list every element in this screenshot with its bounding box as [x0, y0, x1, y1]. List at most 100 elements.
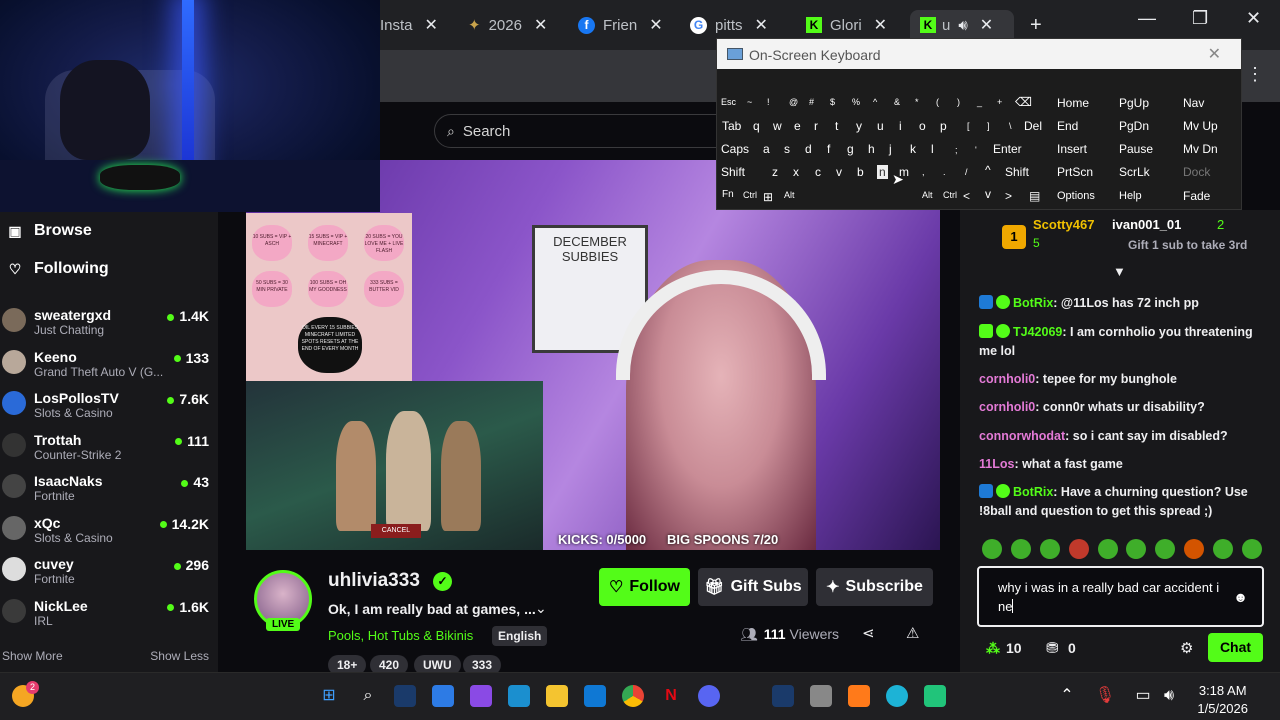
osk-key[interactable]: PgDn [1119, 119, 1149, 133]
osk-key[interactable]: Alt [784, 190, 795, 200]
show-more-button[interactable]: Show More [2, 649, 63, 663]
osk-key[interactable]: + [997, 97, 1002, 107]
close-icon[interactable]: ✕ [755, 15, 768, 35]
chat-input[interactable]: why i was in a really bad car accident i… [977, 566, 1264, 627]
osk-key[interactable]: y [856, 119, 862, 133]
sidebar-channel-xqc[interactable]: xQc Slots & Casino 14.2K [0, 510, 218, 552]
osk-key[interactable]: x [793, 165, 799, 179]
tab-kick-1[interactable]: K Glori ✕ [806, 10, 896, 40]
edge-icon[interactable] [886, 685, 908, 707]
mail-icon[interactable] [432, 685, 454, 707]
osk-key[interactable]: z [772, 165, 778, 179]
show-less-button[interactable]: Show Less [150, 649, 209, 663]
osk-key[interactable]: , [922, 167, 925, 177]
osk-key[interactable]: ~ [747, 97, 752, 107]
osk-key[interactable]: Insert [1057, 142, 1087, 156]
video-player[interactable]: DECEMBER SUBBIES 10 SUBS = VIP + ASCH 15… [246, 160, 940, 550]
volume-icon[interactable]: 🔊︎ [1158, 685, 1180, 707]
osk-key[interactable]: ] [987, 121, 990, 131]
osk-options[interactable]: Options [1057, 190, 1095, 202]
chat-username[interactable]: BotRix [1013, 485, 1053, 499]
discord-icon[interactable] [698, 685, 720, 707]
osk-key-backspace[interactable]: ⌫ [1015, 95, 1032, 109]
close-icon[interactable]: ✕ [649, 15, 662, 35]
osk-key[interactable]: Dock [1183, 165, 1210, 179]
emote-icon[interactable] [1155, 539, 1176, 559]
points-icon[interactable]: ⁂ [986, 640, 1000, 657]
menu-dots-icon[interactable]: ⋮ [1246, 64, 1264, 85]
app-icon[interactable] [470, 685, 492, 707]
osk-key[interactable]: c [815, 165, 821, 179]
osk-key[interactable]: Del [1024, 119, 1042, 133]
chat-username[interactable]: BotRix [1013, 296, 1053, 310]
subscribe-button[interactable]: ✦ Subscribe [816, 568, 933, 606]
osk-key[interactable]: ^ [873, 97, 877, 107]
osk-key[interactable]: i [899, 119, 902, 133]
osk-key[interactable]: Nav [1183, 96, 1204, 110]
osk-key[interactable]: Ctrl [743, 190, 757, 200]
leader-user[interactable]: ivan001_01 [1112, 217, 1181, 232]
osk-key[interactable]: s [784, 142, 790, 156]
windows-key-icon[interactable]: ⊞ [763, 190, 773, 204]
emote-icon[interactable] [1039, 539, 1060, 559]
osk-key[interactable]: j [889, 142, 892, 156]
osk-help[interactable]: Help [1119, 190, 1142, 202]
search-icon[interactable]: ⌕ [357, 685, 379, 707]
system-clock[interactable]: 3:18 AM 1/5/2026 [1197, 682, 1248, 718]
close-icon[interactable]: ✕ [874, 15, 887, 35]
app-icon[interactable] [508, 685, 530, 707]
speaker-icon[interactable]: 🔊︎ [958, 17, 967, 34]
store-icon[interactable] [584, 685, 606, 707]
chat-username[interactable]: 11Los [979, 457, 1014, 471]
chat-username[interactable]: cornholi0 [979, 372, 1035, 386]
osk-key[interactable]: Esc [721, 97, 736, 107]
minimize-icon[interactable]: — [1138, 8, 1156, 29]
osk-key[interactable]: ! [767, 97, 770, 107]
osk-key[interactable]: d [805, 142, 812, 156]
osk-key[interactable]: @ [789, 97, 798, 107]
osk-key[interactable]: $ [830, 97, 835, 107]
osk-key-pressed[interactable]: n [877, 165, 888, 179]
osk-key[interactable]: ScrLk [1119, 165, 1150, 179]
osk-key[interactable]: * [915, 97, 919, 107]
osk-key[interactable]: ' [975, 145, 977, 155]
osk-key[interactable]: ) [957, 97, 960, 107]
osk-key-up[interactable]: ^ [985, 163, 991, 177]
microphone-icon[interactable]: 🎙︎ [1094, 685, 1116, 707]
osk-key[interactable]: Mv Up [1183, 119, 1218, 133]
osk-key[interactable]: e [794, 119, 801, 133]
chrome-icon[interactable] [622, 685, 644, 707]
leader-user[interactable]: Scotty467 [1033, 217, 1094, 232]
emote-icon[interactable] [1126, 539, 1147, 559]
chat-username[interactable]: cornholi0 [979, 400, 1035, 414]
osk-key[interactable]: u [877, 119, 884, 133]
stream-category[interactable]: Pools, Hot Tubs & Bikinis [328, 628, 473, 643]
tab-facebook[interactable]: f Frien ✕ [578, 10, 668, 40]
steam-icon[interactable] [394, 685, 416, 707]
sidebar-channel-lospollostv[interactable]: LosPollosTV Slots & Casino 7.6K [0, 385, 218, 427]
osk-key[interactable]: & [894, 97, 900, 107]
osk-key[interactable]: t [835, 119, 838, 133]
emote-icon[interactable] [1213, 539, 1233, 559]
start-icon[interactable]: ⊞ [318, 685, 340, 707]
osk-key[interactable]: _ [977, 97, 982, 107]
network-icon[interactable]: ▭ [1132, 685, 1154, 707]
app-icon[interactable] [924, 685, 946, 707]
search-input[interactable]: ⌕ Search [434, 114, 734, 148]
osk-key[interactable]: End [1057, 119, 1078, 133]
tab-kick-active[interactable]: Ku 🔊︎ ✕ [910, 10, 1014, 40]
chevron-down-icon[interactable]: ⌄ [535, 600, 547, 617]
chat-username[interactable]: TJ42069 [1013, 325, 1062, 339]
app-icon[interactable] [848, 685, 870, 707]
osk-key[interactable]: v [836, 165, 842, 179]
sidebar-channel-sweatergxd[interactable]: sweatergxd Just Chatting 1.4K [0, 302, 218, 344]
osk-key[interactable]: a [763, 142, 770, 156]
osk-key[interactable]: f [827, 142, 830, 156]
osk-key[interactable]: Tab [722, 119, 741, 133]
sidebar-channel-keeno[interactable]: Keeno Grand Theft Auto V (G... 133 [0, 344, 218, 386]
osk-key[interactable]: g [847, 142, 854, 156]
osk-key[interactable]: . [943, 167, 946, 177]
app-icon[interactable] [810, 685, 832, 707]
osk-key[interactable]: b [857, 165, 864, 179]
osk-key[interactable]: w [773, 119, 782, 133]
